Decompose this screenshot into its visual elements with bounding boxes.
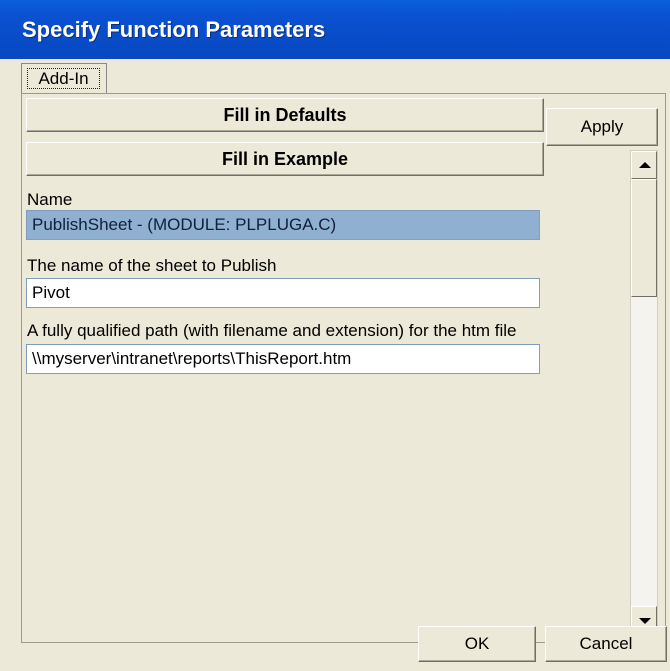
- scroll-up-button[interactable]: [631, 151, 657, 179]
- specify-function-parameters-dialog: Specify Function Parameters Add-In Fill …: [0, 0, 670, 671]
- sheet-name-input[interactable]: Pivot: [26, 278, 540, 308]
- arrow-up-icon: [639, 162, 651, 168]
- fill-in-example-button[interactable]: Fill in Example: [26, 142, 544, 176]
- name-label: Name: [27, 190, 73, 209]
- name-field[interactable]: PublishSheet - (MODULE: PLPLUGA.C): [26, 210, 540, 240]
- sheet-name-label: The name of the sheet to Publish: [27, 256, 277, 275]
- fill-in-defaults-button[interactable]: Fill in Defaults: [26, 98, 544, 132]
- apply-button[interactable]: Apply: [546, 108, 658, 146]
- tab-add-in[interactable]: Add-In: [21, 63, 107, 94]
- cancel-button[interactable]: Cancel: [545, 626, 667, 662]
- htm-path-input[interactable]: \\myserver\intranet\reports\ThisReport.h…: [26, 344, 540, 374]
- scrollbar-thumb[interactable]: [631, 179, 657, 297]
- tab-add-in-label: Add-In: [27, 68, 100, 89]
- vertical-scrollbar[interactable]: [630, 150, 658, 635]
- title-bar[interactable]: Specify Function Parameters: [0, 0, 670, 59]
- htm-path-label: A fully qualified path (with filename an…: [27, 321, 517, 340]
- window-title: Specify Function Parameters: [22, 17, 326, 42]
- arrow-down-icon: [639, 618, 651, 624]
- ok-button[interactable]: OK: [418, 626, 536, 662]
